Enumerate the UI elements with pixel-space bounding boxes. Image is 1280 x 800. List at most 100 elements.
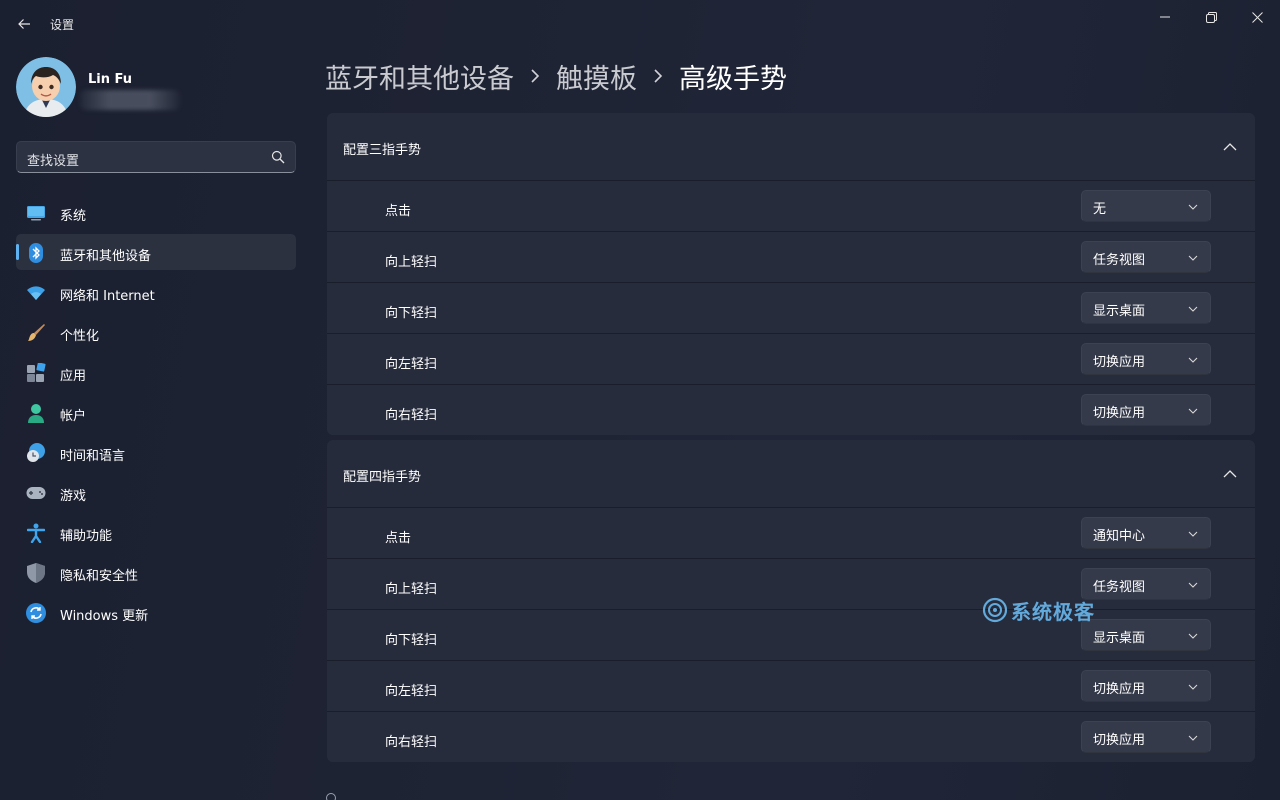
sidebar-item-label: 网络和 Internet	[60, 289, 155, 304]
avatar	[16, 57, 76, 117]
breadcrumb-bluetooth[interactable]: 蓝牙和其他设备	[325, 57, 514, 96]
sidebar-item-gaming[interactable]: 游戏	[16, 474, 296, 510]
chevron-up-icon[interactable]	[1223, 140, 1237, 154]
accessibility-icon	[26, 523, 46, 543]
gesture-dropdown[interactable]: 切换应用	[1081, 343, 1211, 375]
update-icon	[26, 603, 46, 623]
breadcrumb-touchpad[interactable]: 触摸板	[556, 57, 637, 96]
chevron-up-icon[interactable]	[1223, 467, 1237, 481]
sidebar-item-label: 蓝牙和其他设备	[60, 249, 152, 264]
gesture-dropdown[interactable]: 显示桌面	[1081, 292, 1211, 324]
section-title: 配置四指手势	[343, 470, 422, 485]
dropdown-value: 显示桌面	[1093, 304, 1146, 319]
section-title: 配置三指手势	[343, 143, 422, 158]
gesture-dropdown[interactable]: 切换应用	[1081, 670, 1211, 702]
system-icon	[26, 203, 46, 223]
dropdown-value: 无	[1093, 202, 1107, 217]
gesture-dropdown[interactable]: 任务视图	[1081, 241, 1211, 273]
gesture-row-swipe-down: 向下轻扫 显示桌面	[327, 283, 1255, 334]
chevron-down-icon	[1188, 255, 1198, 261]
sidebar-item-bluetooth[interactable]: 蓝牙和其他设备	[16, 234, 296, 270]
app-title: 设置	[50, 18, 75, 32]
section-header[interactable]: 配置三指手势	[327, 113, 1255, 181]
sidebar-item-label: Windows 更新	[60, 609, 149, 624]
gesture-row-swipe-left: 向左轻扫 切换应用	[327, 334, 1255, 385]
gesture-dropdown[interactable]: 任务视图	[1081, 568, 1211, 600]
dropdown-value: 切换应用	[1093, 406, 1146, 421]
sidebar-item-windows-update[interactable]: Windows 更新	[16, 594, 296, 630]
dropdown-value: 切换应用	[1093, 733, 1146, 748]
sidebar-item-personalization[interactable]: 个性化	[16, 314, 296, 350]
user-email-blurred	[80, 90, 180, 110]
row-label: 向下轻扫	[385, 633, 438, 648]
gesture-dropdown[interactable]: 切换应用	[1081, 721, 1211, 753]
chevron-down-icon	[1188, 684, 1198, 690]
dropdown-value: 切换应用	[1093, 355, 1146, 370]
gesture-dropdown[interactable]: 切换应用	[1081, 394, 1211, 426]
search-input[interactable]: 查找设置	[27, 150, 79, 169]
row-label: 向左轻扫	[385, 684, 438, 699]
bluetooth-icon	[26, 243, 46, 263]
sidebar-item-time-language[interactable]: 时间和语言	[16, 434, 296, 470]
gesture-row-swipe-down: 向下轻扫 显示桌面	[327, 610, 1255, 661]
page-title: 高级手势	[679, 63, 787, 95]
dropdown-value: 通知中心	[1093, 529, 1146, 544]
search-box[interactable]: 查找设置	[16, 141, 296, 173]
gesture-row-tap: 点击 无	[327, 181, 1255, 232]
wifi-icon	[26, 283, 46, 303]
row-label: 向上轻扫	[385, 255, 438, 270]
sidebar-item-label: 时间和语言	[60, 449, 126, 464]
watermark-logo-icon	[982, 597, 1008, 623]
chevron-down-icon	[1188, 204, 1198, 210]
chevron-down-icon	[1188, 582, 1198, 588]
chevron-down-icon	[1188, 531, 1198, 537]
chevron-down-icon	[1188, 735, 1198, 741]
brush-icon	[26, 323, 46, 343]
dropdown-value: 任务视图	[1093, 253, 1146, 268]
sidebar-item-label: 系统	[60, 209, 87, 224]
title-bar: 设置	[0, 0, 1280, 48]
row-label: 向左轻扫	[385, 357, 438, 372]
search-icon[interactable]	[271, 150, 285, 164]
sidebar-item-label: 隐私和安全性	[60, 569, 139, 584]
dropdown-value: 显示桌面	[1093, 631, 1146, 646]
sidebar-item-accounts[interactable]: 帐户	[16, 394, 296, 430]
close-button[interactable]	[1234, 4, 1280, 30]
user-profile[interactable]: Lin Fu	[16, 57, 296, 119]
chevron-down-icon	[1188, 306, 1198, 312]
row-label: 点击	[385, 204, 412, 219]
gesture-dropdown[interactable]: 通知中心	[1081, 517, 1211, 549]
sidebar-item-accessibility[interactable]: 辅助功能	[16, 514, 296, 550]
sidebar-item-label: 帐户	[60, 409, 87, 424]
gesture-dropdown[interactable]: 显示桌面	[1081, 619, 1211, 651]
chevron-right-icon	[530, 69, 540, 83]
watermark-text: 系统极客	[1011, 599, 1095, 624]
row-label: 点击	[385, 531, 412, 546]
row-label: 向下轻扫	[385, 306, 438, 321]
four-finger-gestures-section: 配置四指手势 点击 通知中心 向上轻扫 任务视图 向下轻扫 显示桌面 向左轻扫 …	[327, 440, 1255, 762]
apps-icon	[26, 363, 46, 383]
watermark: 系统极客	[982, 596, 1095, 624]
sidebar-item-system[interactable]: 系统	[16, 194, 296, 230]
gesture-row-swipe-up: 向上轻扫 任务视图	[327, 232, 1255, 283]
row-label: 向右轻扫	[385, 735, 438, 750]
gesture-dropdown[interactable]: 无	[1081, 190, 1211, 222]
minimize-button[interactable]	[1142, 4, 1188, 30]
time-language-icon	[26, 443, 46, 463]
sidebar-item-network[interactable]: 网络和 Internet	[16, 274, 296, 310]
sidebar-item-apps[interactable]: 应用	[16, 354, 296, 390]
restore-button[interactable]	[1188, 4, 1234, 30]
chevron-down-icon	[1188, 633, 1198, 639]
dropdown-value: 任务视图	[1093, 580, 1146, 595]
gesture-row-swipe-right: 向右轻扫 切换应用	[327, 712, 1255, 762]
sidebar-item-label: 辅助功能	[60, 529, 113, 544]
back-button[interactable]	[10, 10, 38, 38]
user-name: Lin Fu	[88, 72, 133, 87]
sidebar-item-label: 游戏	[60, 489, 87, 504]
sidebar-item-privacy[interactable]: 隐私和安全性	[16, 554, 296, 590]
partially-visible-icon	[326, 793, 336, 800]
sidebar-item-label: 个性化	[60, 329, 100, 344]
dropdown-value: 切换应用	[1093, 682, 1146, 697]
section-header[interactable]: 配置四指手势	[327, 440, 1255, 508]
restore-icon	[1205, 11, 1217, 23]
